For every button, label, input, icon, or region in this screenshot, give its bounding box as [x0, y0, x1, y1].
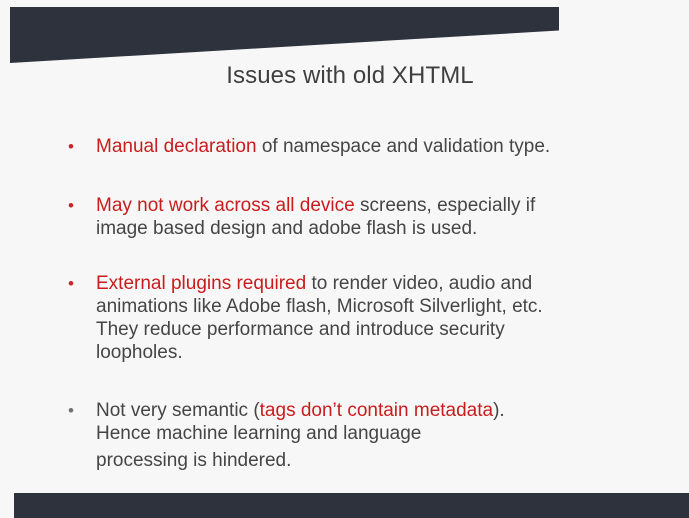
bullet-line: Hence machine learning and language [96, 423, 422, 444]
bullet-line: loopholes. [96, 342, 183, 363]
bullet-item-manual-declaration: • Manual declaration of namespace and va… [68, 135, 658, 158]
bottom-decorative-bar [14, 493, 689, 518]
bullet-text: ). [493, 400, 505, 421]
highlight-text: Manual declaration [96, 136, 257, 157]
bullet-item-device-support: • May not work across all device screens… [68, 194, 658, 240]
bullet-line: Not very semantic (tags don’t contain me… [96, 399, 658, 422]
bullet-line: image based design and adobe flash is us… [96, 218, 478, 239]
slide-title: Issues with old XHTML [226, 62, 474, 89]
bullet-dot-icon: • [68, 274, 74, 293]
top-decorative-bar [10, 7, 559, 63]
bullet-item-semantic: • Not very semantic (tags don’t contain … [68, 399, 658, 472]
bullet-line: May not work across all device screens, … [96, 194, 658, 217]
bullet-text: screens, especially if [354, 195, 536, 216]
bullet-dot-icon: • [68, 196, 74, 215]
bullet-line: Manual declaration of namespace and vali… [96, 135, 658, 158]
bullet-text: Not very semantic ( [96, 400, 260, 421]
bullet-line: animations like Adobe flash, Microsoft S… [96, 296, 543, 317]
bullet-item-external-plugins: • External plugins required to render vi… [68, 272, 658, 364]
bullet-dot-icon: • [68, 401, 74, 420]
slide: Issues with old XHTML • Manual declarati… [0, 0, 689, 518]
bullet-line: External plugins required to render vide… [96, 272, 658, 295]
bullet-text: of namespace and validation type. [256, 136, 551, 157]
bullet-text: to render video, audio and [306, 273, 533, 294]
bullet-line: processing is hindered. [96, 450, 292, 471]
bullet-dot-icon: • [68, 137, 74, 156]
highlight-text: May not work across all device [96, 195, 355, 216]
bullet-line: They reduce performance and introduce se… [96, 319, 505, 340]
bullet-list: • Manual declaration of namespace and va… [68, 135, 658, 472]
highlight-text: External plugins required [96, 273, 307, 294]
highlight-text: tags don’t contain metadata [259, 400, 494, 421]
